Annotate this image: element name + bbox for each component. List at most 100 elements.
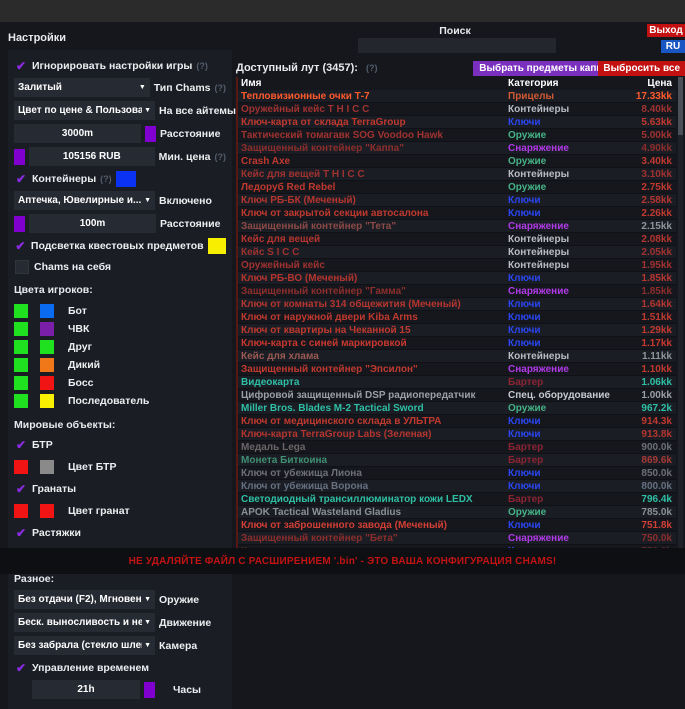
chevron-down-icon: ▼ xyxy=(144,107,151,114)
grenade-color-swatch-2[interactable] xyxy=(40,504,54,518)
table-row[interactable]: Защищенный контейнер "Тета" Снаряжение 2… xyxy=(238,220,676,233)
item-price: 900.0k xyxy=(614,442,676,453)
table-row[interactable]: Светодиодный трансиллюминатор кожи LEDX … xyxy=(238,493,676,506)
table-row[interactable]: Ключ от медицинского склада в УЛЬТРА Клю… xyxy=(238,415,676,428)
quest-color-swatch[interactable] xyxy=(208,238,226,254)
checkbox-checked-icon[interactable]: ✔ xyxy=(14,240,27,252)
hours-input[interactable]: 21h xyxy=(32,680,140,699)
table-row[interactable]: Ключ РБ-БК (Меченый) Ключи 2.58kk xyxy=(238,194,676,207)
hours-color-swatch[interactable] xyxy=(144,682,155,698)
table-row[interactable]: Оружейный кейс T H I C C Контейнеры 8.40… xyxy=(238,103,676,116)
table-row[interactable]: Ключ от квартиры на Чеканной 15 Ключи 1.… xyxy=(238,324,676,337)
column-header-name[interactable]: Имя xyxy=(238,78,508,89)
player-color-swatch-1[interactable] xyxy=(14,394,28,408)
containers-filter-dropdown[interactable]: Аптечка, Ювелирные и... ▼ xyxy=(14,191,155,210)
item-name: Защищенный контейнер "Тета" xyxy=(238,221,508,232)
checkbox-unchecked-icon[interactable] xyxy=(15,260,29,274)
table-row[interactable]: Ключ от убежища Ворона Ключи 800.0k xyxy=(238,480,676,493)
checkbox-checked-icon[interactable]: ✔ xyxy=(14,662,28,674)
search-input[interactable] xyxy=(358,38,556,53)
table-row[interactable]: Оружейный кейс Контейнеры 1.95kk xyxy=(238,259,676,272)
table-row[interactable]: Медаль Lega Бартер 900.0k xyxy=(238,441,676,454)
table-row[interactable]: Crash Axe Оружие 3.40kk xyxy=(238,155,676,168)
grenade-color-swatch-1[interactable] xyxy=(14,504,28,518)
checkbox-checked-icon[interactable]: ✔ xyxy=(14,439,28,451)
table-row[interactable]: Цифровой защищенный DSP радиопередатчик … xyxy=(238,389,676,402)
exit-button[interactable]: Выход xyxy=(647,24,685,37)
table-row[interactable]: Ключ от наружной двери Kiba Arms Ключи 1… xyxy=(238,311,676,324)
color-mode-dropdown[interactable]: Цвет по цене & Пользователь ▼ xyxy=(14,101,155,120)
table-row[interactable]: Тепловизионные очки Т-7 Прицелы 17.33kk xyxy=(238,90,676,103)
player-color-swatch-2[interactable] xyxy=(40,304,54,318)
scrollbar-thumb[interactable] xyxy=(678,77,683,135)
table-row[interactable]: Кейс S I C C Контейнеры 2.05kk xyxy=(238,246,676,259)
containers-color-swatch[interactable] xyxy=(116,171,136,187)
chevron-down-icon: ▼ xyxy=(144,619,151,626)
movement-dropdown[interactable]: Беск. выносливость и нет уста ▼ xyxy=(14,613,155,632)
table-row[interactable]: Ключ РБ-ВО (Меченый) Ключи 1.85kk xyxy=(238,272,676,285)
item-price: 1.95kk xyxy=(614,260,676,271)
checkbox-checked-icon[interactable]: ✔ xyxy=(14,527,28,539)
table-row[interactable]: Ключ от заброшенного завода (Меченый) Кл… xyxy=(238,519,676,532)
player-color-swatch-1[interactable] xyxy=(14,322,28,336)
player-color-swatch-1[interactable] xyxy=(14,304,28,318)
player-color-swatch-1[interactable] xyxy=(14,358,28,372)
player-color-swatch-1[interactable] xyxy=(14,376,28,390)
weapon-dropdown[interactable]: Без отдачи (F2), Мгновенное п ▼ xyxy=(14,590,155,609)
table-row[interactable]: Ключ-карта от склада TerraGroup Ключи 5.… xyxy=(238,116,676,129)
item-name: Видеокарта xyxy=(238,377,508,388)
item-category: Контейнеры xyxy=(508,247,614,258)
containers-distance-color-swatch[interactable] xyxy=(14,216,25,232)
drop-all-button[interactable]: Выбросить все xyxy=(598,61,685,76)
item-category: Снаряжение xyxy=(508,286,614,297)
setting-label: Оружие xyxy=(159,594,199,606)
table-row[interactable]: Тактический томагавк SOG Voodoo Hawk Ору… xyxy=(238,129,676,142)
item-price: 751.8k xyxy=(614,520,676,531)
column-header-category[interactable]: Категория xyxy=(508,78,614,89)
item-price: 1.85kk xyxy=(614,286,676,297)
min-price-color-swatch[interactable] xyxy=(14,149,25,165)
table-row[interactable]: Защищенный контейнер "Эпсилон" Снаряжени… xyxy=(238,363,676,376)
player-color-swatch-1[interactable] xyxy=(14,340,28,354)
table-row[interactable]: Ледоруб Red Rebel Оружие 2.75kk xyxy=(238,181,676,194)
table-row[interactable]: Ключ от убежища Лиона Ключи 850.0k xyxy=(238,467,676,480)
player-color-swatch-2[interactable] xyxy=(40,358,54,372)
checkbox-checked-icon[interactable]: ✔ xyxy=(14,173,28,185)
player-color-swatch-2[interactable] xyxy=(40,340,54,354)
table-row[interactable]: Ключ-карта TerraGroup Labs (Зеленая) Клю… xyxy=(238,428,676,441)
checkbox-checked-icon[interactable]: ✔ xyxy=(14,483,28,495)
distance-color-swatch[interactable] xyxy=(145,126,156,142)
table-row[interactable]: Кейс для вещей T H I C C Контейнеры 3.10… xyxy=(238,168,676,181)
select-kappa-button[interactable]: Выбрать предметы каппа xyxy=(473,61,614,76)
table-row[interactable]: Кейс для вещей Контейнеры 2.08kk xyxy=(238,233,676,246)
setting-label: Гранаты xyxy=(32,483,76,495)
column-header-price[interactable]: Цена xyxy=(614,78,676,89)
btr-color-swatch-2[interactable] xyxy=(40,460,54,474)
table-row[interactable]: Защищенный контейнер "Гамма" Снаряжение … xyxy=(238,285,676,298)
table-row[interactable]: Защищенный контейнер "Каппа" Снаряжение … xyxy=(238,142,676,155)
table-row[interactable]: Кейс для хлама Контейнеры 1.11kk xyxy=(238,350,676,363)
table-row[interactable]: Ключ от комнаты 314 общежития (Меченый) … xyxy=(238,298,676,311)
table-row[interactable]: Монета Биткоина Бартер 869.6k xyxy=(238,454,676,467)
checkbox-checked-icon[interactable]: ✔ xyxy=(14,60,28,72)
table-row[interactable]: APOK Tactical Wasteland Gladius Оружие 7… xyxy=(238,506,676,519)
language-button[interactable]: RU xyxy=(661,40,685,53)
containers-distance-input[interactable]: 100m xyxy=(29,214,156,233)
player-color-swatch-2[interactable] xyxy=(40,322,54,336)
table-row[interactable]: Ключ-карта с синей маркировкой Ключи 1.1… xyxy=(238,337,676,350)
distance-input[interactable]: 3000m xyxy=(14,124,141,143)
item-name: Монета Биткоина xyxy=(238,455,508,466)
player-color-swatch-2[interactable] xyxy=(40,376,54,390)
table-row[interactable]: Miller Bros. Blades M-2 Tactical Sword О… xyxy=(238,402,676,415)
min-price-input[interactable]: 105156 RUB xyxy=(29,147,155,166)
btr-color-swatch-1[interactable] xyxy=(14,460,28,474)
table-row[interactable]: Ключ от закрытой секции автосалона Ключи… xyxy=(238,207,676,220)
camera-dropdown[interactable]: Без забрала (стекло шлема) ▼ xyxy=(14,636,155,655)
chams-type-dropdown[interactable]: Залитый ▼ xyxy=(14,78,150,97)
table-scrollbar[interactable] xyxy=(678,77,683,548)
table-row[interactable]: Защищенный контейнер "Бета" Снаряжение 7… xyxy=(238,532,676,545)
dropdown-value: Без отдачи (F2), Мгновенное п xyxy=(18,594,142,605)
table-row[interactable]: Видеокарта Бартер 1.06kk xyxy=(238,376,676,389)
player-color-swatch-2[interactable] xyxy=(40,394,54,408)
item-category: Ключи xyxy=(508,273,614,284)
